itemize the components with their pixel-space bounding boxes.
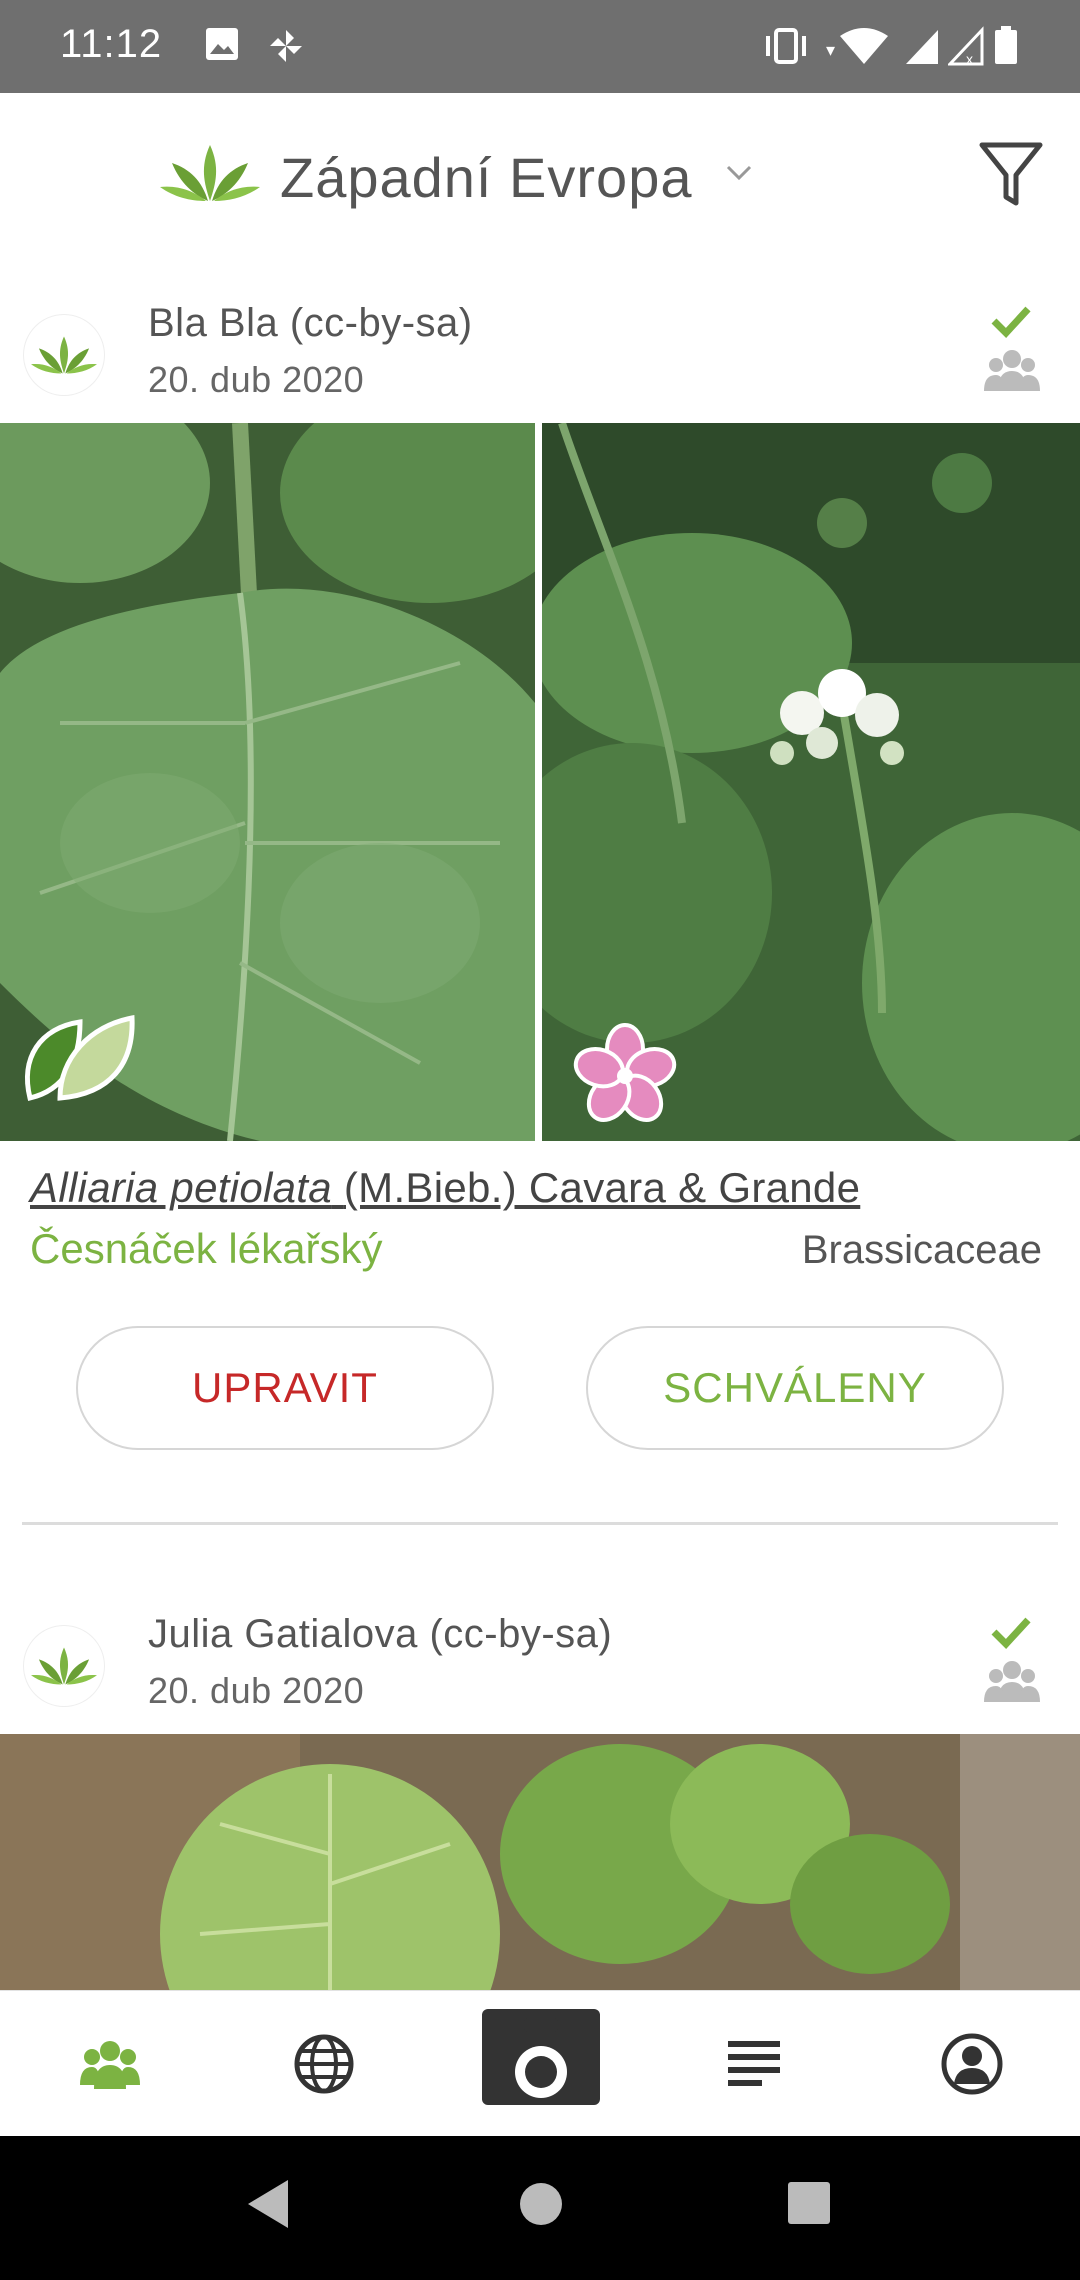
observation-card-header[interactable]: Bla Bla (cc-by-sa) 20. dub 2020 <box>0 283 1080 423</box>
observation-author: Julia Gatialova (cc-by-sa) <box>148 1612 613 1656</box>
pinwheel-icon <box>266 26 306 71</box>
list-icon[interactable] <box>706 1991 802 2137</box>
community-icon[interactable] <box>62 1991 158 2137</box>
profile-icon[interactable] <box>924 1991 1020 2137</box>
validated-status-icon <box>982 1612 1042 1717</box>
recents-icon[interactable] <box>786 2176 832 2237</box>
common-name: Česnáček lékařský <box>30 1225 383 1272</box>
chevron-down-icon[interactable] <box>726 165 752 186</box>
battery-icon <box>994 26 1018 71</box>
family-name: Brassicaceae <box>801 1228 1042 1272</box>
observation-card-header[interactable]: Julia Gatialova (cc-by-sa) 20. dub 2020 <box>0 1594 1080 1734</box>
edit-button[interactable]: UPRAVIT <box>76 1326 494 1450</box>
species-latin-name: Alliaria petiolata <box>30 1164 332 1211</box>
bottom-navigation <box>0 1990 1080 2136</box>
app-header: Západní Evropa <box>0 93 1080 263</box>
wifi-icon: ▾ <box>826 26 888 71</box>
signal-x-icon: x <box>946 26 984 71</box>
observation-photos <box>0 423 1080 1141</box>
avatar <box>24 1626 104 1706</box>
camera-icon[interactable] <box>482 1991 600 2137</box>
svg-text:x: x <box>966 51 973 66</box>
species-authority: (M.Bieb.) Cavara & Grande <box>343 1164 861 1211</box>
observation-date: 20. dub 2020 <box>148 1670 365 1711</box>
back-icon[interactable] <box>244 2176 290 2237</box>
status-time: 11:12 <box>60 22 163 66</box>
filter-icon[interactable] <box>978 139 1044 214</box>
status-bar: 11:12 ▾ x <box>0 0 1080 93</box>
avatar <box>24 315 104 395</box>
signal-icon <box>904 26 940 71</box>
image-icon <box>204 26 240 67</box>
vibrate-icon <box>762 26 810 71</box>
system-navigation-bar <box>0 2136 1080 2280</box>
leaf-icon <box>20 1008 140 1113</box>
leaf-photo[interactable] <box>0 423 535 1141</box>
card-divider <box>22 1522 1058 1525</box>
flower-icon <box>570 1021 680 1136</box>
home-icon[interactable] <box>518 2176 564 2237</box>
region-selector[interactable]: Západní Evropa <box>280 145 692 210</box>
flower-photo[interactable] <box>542 423 1080 1141</box>
validated-status-icon <box>982 301 1042 406</box>
observation-date: 20. dub 2020 <box>148 359 365 400</box>
observation-photo[interactable] <box>0 1734 1080 1990</box>
species-name-link[interactable]: Alliaria petiolata (M.Bieb.) Cavara & Gr… <box>30 1164 860 1212</box>
observation-author: Bla Bla (cc-by-sa) <box>148 301 473 345</box>
plantnet-logo-icon <box>160 143 260 208</box>
svg-text:▾: ▾ <box>826 40 835 60</box>
globe-icon[interactable] <box>276 1991 372 2137</box>
approved-button[interactable]: SCHVÁLENY <box>586 1326 1004 1450</box>
